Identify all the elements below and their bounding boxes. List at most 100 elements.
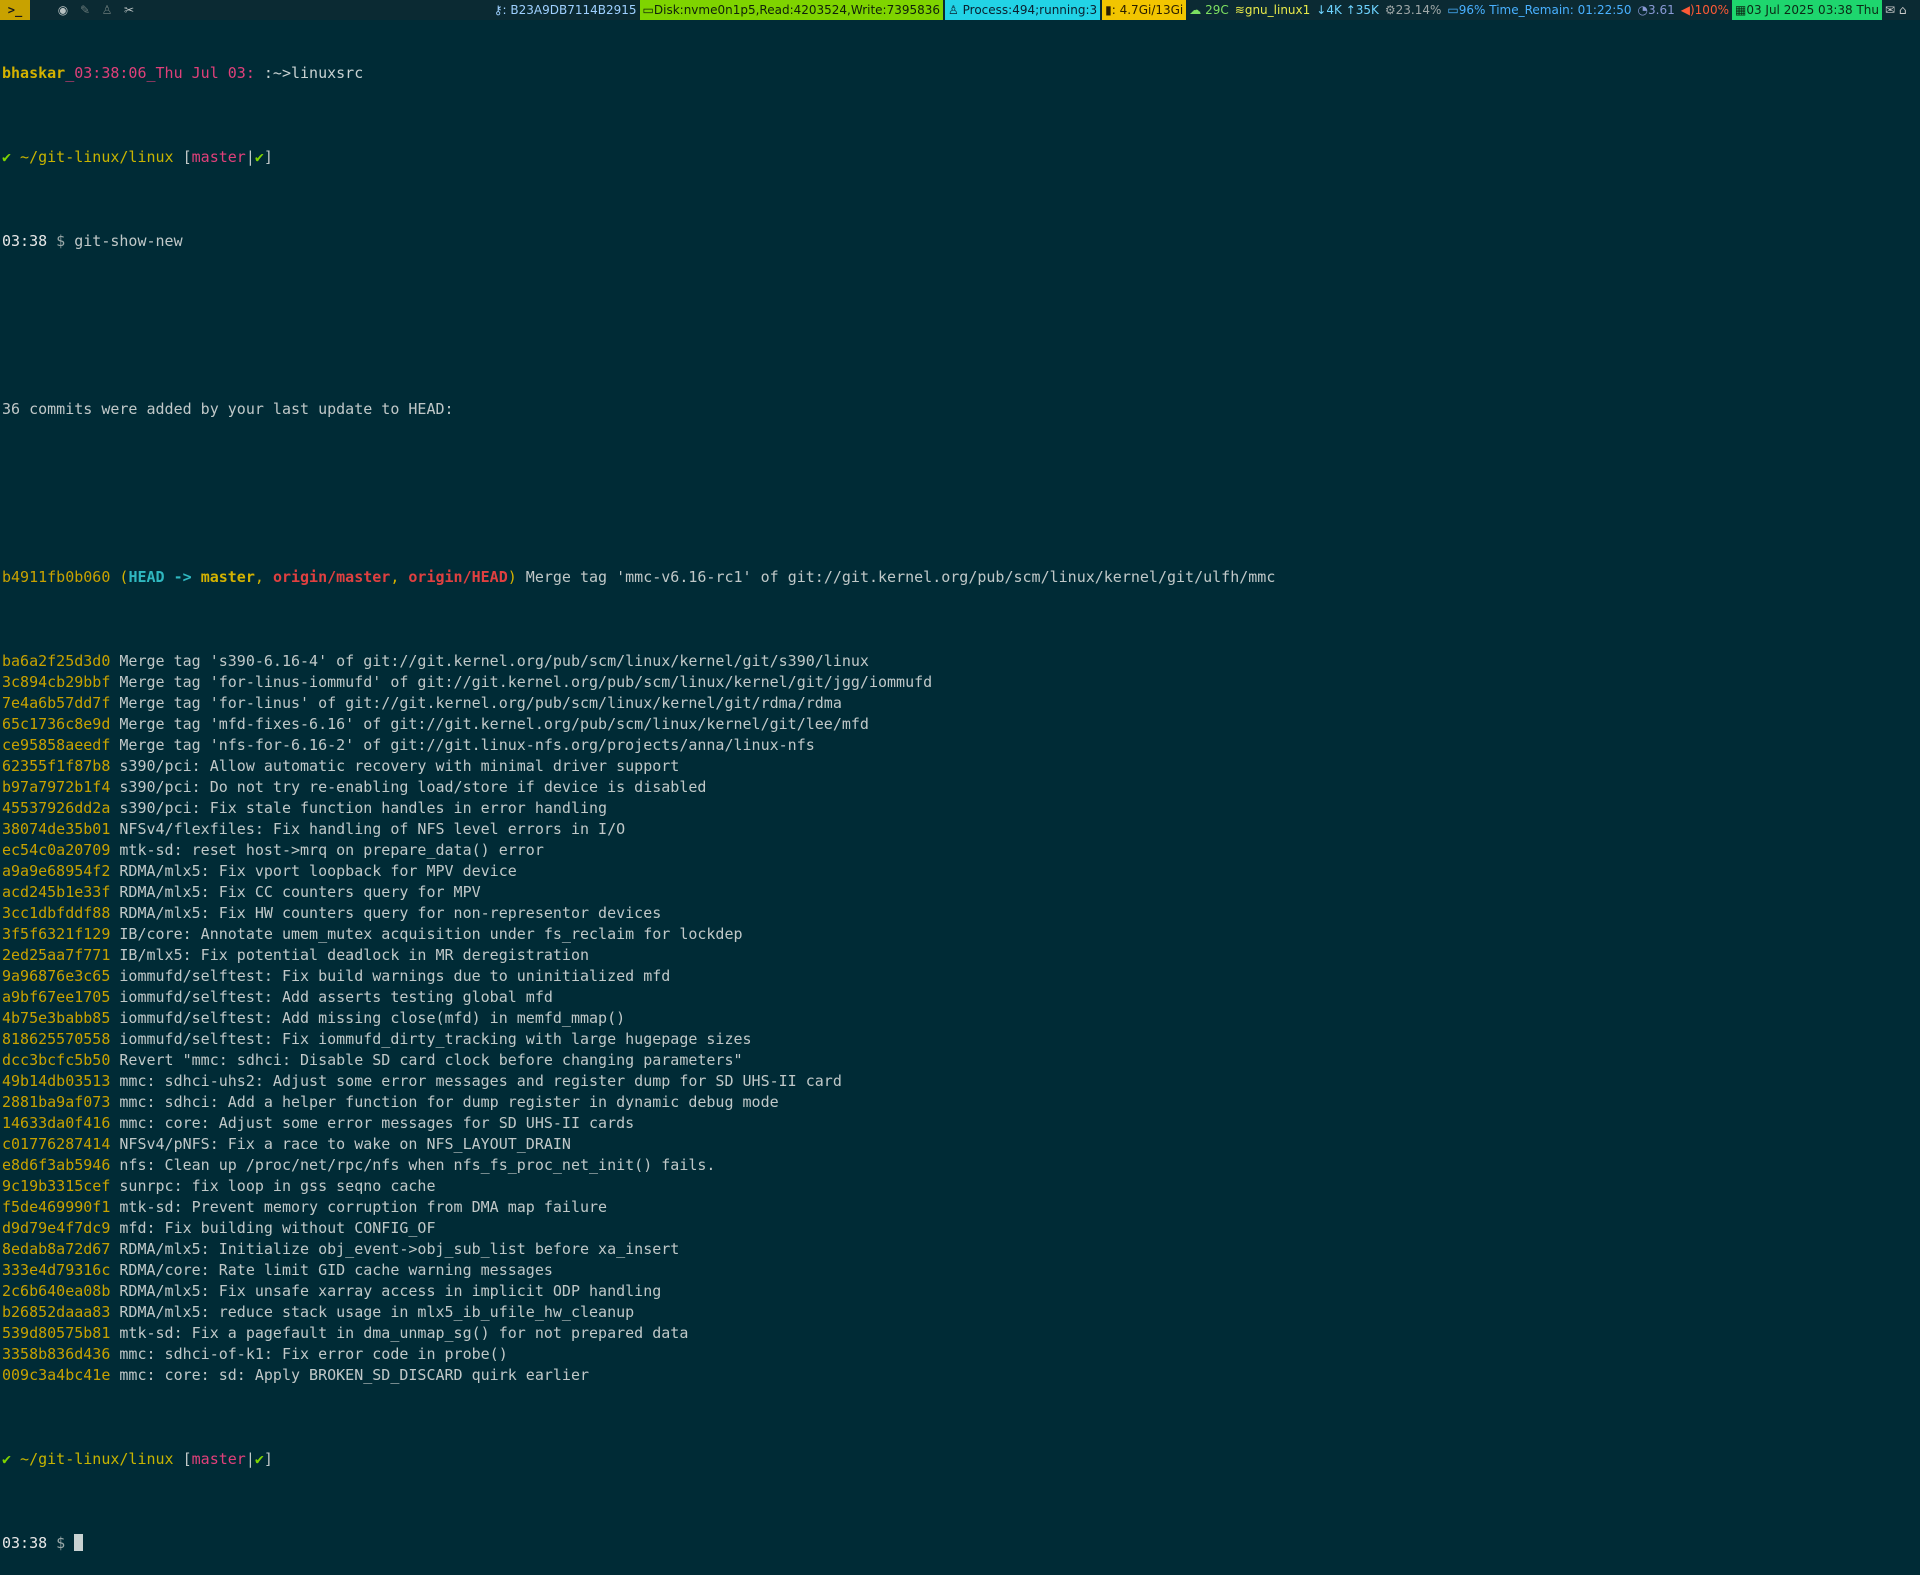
commit-row: 3358b836d436 mmc: sdhci-of-k1: Fix error… [2,1344,1918,1365]
volume-widget[interactable]: ◀)100% [1678,0,1732,20]
commit-message: s390/pci: Do not try re-enabling load/st… [110,778,707,796]
firefox-icon[interactable]: ◉ [52,3,74,17]
commit-message: mmc: core: Adjust some error messages fo… [110,1114,635,1132]
prompt-time: 03:38 [2,1534,48,1552]
commit-row: b26852daaa83 RDMA/mlx5: reduce stack usa… [2,1302,1918,1323]
commit-row: 38074de35b01 NFSv4/flexfiles: Fix handli… [2,819,1918,840]
disk-text: Disk:nvme0n1p5,Read:4203524,Write:739583… [653,3,941,17]
commit-row: 9c19b3315cef sunrpc: fix loop in gss seq… [2,1176,1918,1197]
penguin-icon[interactable]: ♙ [96,3,118,17]
commit-message: Merge tag 's390-6.16-4' of git://git.ker… [110,652,869,670]
commit-message: Merge tag 'nfs-for-6.16-2' of git://git.… [110,736,815,754]
pen-icon[interactable]: ✎ [74,3,96,17]
commit-row: b97a7972b1f4 s390/pci: Do not try re-ena… [2,777,1918,798]
wifi-icon: ≋ [1234,3,1245,17]
command-line: 03:38 $ git-show-new [2,231,1918,252]
commit-row: dcc3bcfc5b50 Revert "mmc: sdhci: Disable… [2,1050,1918,1071]
commit-message: RDMA/mlx5: Fix CC counters query for MPV [110,883,481,901]
prompt-bracket: ] [263,148,273,166]
ref-comma: , [390,568,409,586]
commit-hash: 2ed25aa7f771 [2,946,111,964]
commit-row: 3f5f6321f129 IB/core: Annotate umem_mute… [2,924,1918,945]
commit-hash: 539d80575b81 [2,1324,111,1342]
commit-hash: acd245b1e33f [2,883,111,901]
commit-row: d9d79e4f7dc9 mfd: Fix building without C… [2,1218,1918,1239]
commit-message: mtk-sd: Prevent memory corruption from D… [110,1198,608,1216]
commit-hash: ce95858aeedf [2,736,111,754]
ref-origin-head: origin/HEAD [408,568,508,586]
memory-text: : 4.7Gi/13Gi [1111,3,1184,17]
gpg-key-widget: ⚷: B23A9DB7114B2915 [491,0,640,20]
ref-paren: ) [507,568,517,586]
commit-message: iommufd/selftest: Fix iommufd_dirty_trac… [110,1030,752,1048]
terminal-output[interactable]: bhaskar_03:38:06_Thu Jul 03: :~>linuxsrc… [2,21,1918,1575]
download-icon: ↓ [1316,3,1327,17]
commit-hash: a9a9e68954f2 [2,862,111,880]
commit-hash: ba6a2f25d3d0 [2,652,111,670]
commit-hash: 49b14db03513 [2,1072,111,1090]
net-up-text: 35K [1355,3,1379,17]
commit-row: 2881ba9af073 mmc: sdhci: Add a helper fu… [2,1092,1918,1113]
commit-message: RDMA/mlx5: Fix vport loopback for MPV de… [110,862,517,880]
commit-message: mmc: core: sd: Apply BROKEN_SD_DISCARD q… [110,1366,590,1384]
commit-hash: 9c19b3315cef [2,1177,111,1195]
mail-icon[interactable]: ✉ [1885,3,1895,17]
commit-row: c01776287414 NFSv4/pNFS: Fix a race to w… [2,1134,1918,1155]
commit-hash: 3c894cb29bbf [2,673,111,691]
prompt-cwd: ~/git-linux/linux [11,148,183,166]
commit-row: 818625570558 iommufd/selftest: Fix iommu… [2,1029,1918,1050]
commit-row: a9a9e68954f2 RDMA/mlx5: Fix vport loopba… [2,861,1918,882]
cloud-icon: ☁ [1189,3,1202,17]
commit-message: s390/pci: Fix stale function handles in … [110,799,608,817]
tools-icon[interactable]: ✂ [118,3,140,17]
success-check-icon: ✔ [2,1450,12,1468]
commit-row: 539d80575b81 mtk-sd: Fix a pagefault in … [2,1323,1918,1344]
cpu-widget: ⚙23.14% [1382,0,1445,20]
text-cursor[interactable] [74,1534,84,1551]
commit-message: mtk-sd: Fix a pagefault in dma_unmap_sg(… [110,1324,689,1342]
status-widgets: ⚷: B23A9DB7114B2915 ▭Disk:nvme0n1p5,Read… [491,0,1920,20]
network-tray-icon[interactable]: ⌂ [1899,3,1907,17]
commit-hash: 62355f1f87b8 [2,757,111,775]
commit-hash: 3358b836d436 [2,1345,111,1363]
commit-message: sunrpc: fix loop in gss seqno cache [110,1177,436,1195]
clean-check-icon: ✔ [254,1450,264,1468]
prompt-dollar: $ [47,232,75,250]
ref-paren: ( [110,568,129,586]
commit-message: mmc: sdhci-uhs2: Adjust some error messa… [110,1072,842,1090]
summary-text: 36 commits were added by your last updat… [2,400,454,418]
username: bhaskar [2,64,66,82]
input-line[interactable]: 03:38 $ [2,1533,1918,1554]
temperature-text: 29C [1205,3,1229,17]
commit-row: 14633da0f416 mmc: core: Adjust some erro… [2,1113,1918,1134]
commit-row: 009c3a4bc41e mmc: core: sd: Apply BROKEN… [2,1365,1918,1386]
commit-message: IB/mlx5: Fix potential deadlock in MR de… [110,946,590,964]
title-clock: _03:38:06_Thu Jul 03: [65,64,255,82]
commit-row: acd245b1e33f RDMA/mlx5: Fix CC counters … [2,882,1918,903]
commit-message: RDMA/mlx5: Fix HW counters query for non… [110,904,662,922]
commit-message: NFSv4/flexfiles: Fix handling of NFS lev… [110,820,626,838]
wifi-widget[interactable]: ≋gnu_linux1 [1232,0,1314,20]
commit-hash: b4911fb0b060 [2,568,111,586]
commit-row: ce95858aeedf Merge tag 'nfs-for-6.16-2' … [2,735,1918,756]
commit-row: 45537926dd2a s390/pci: Fix stale functio… [2,798,1918,819]
datetime-text: 03 Jul 2025 03:38 Thu [1746,3,1879,17]
commit-message: IB/core: Annotate umem_mutex acquisition… [110,925,743,943]
prompt-separator: | [245,148,255,166]
system-tray[interactable]: ✉ ⌂ [1882,0,1920,20]
commit-hash: d9d79e4f7dc9 [2,1219,111,1237]
datetime-widget[interactable]: ▦03 Jul 2025 03:38 Thu [1731,0,1882,20]
commit-row: 2ed25aa7f771 IB/mlx5: Fix potential dead… [2,945,1918,966]
workspace-terminal-button[interactable]: >_ [0,0,30,20]
separator [30,3,52,17]
prompt-time: 03:38 [2,232,48,250]
commit-hash: 38074de35b01 [2,820,111,838]
calendar-icon: ▦ [1734,3,1747,17]
commit-row: 49b14db03513 mmc: sdhci-uhs2: Adjust som… [2,1071,1918,1092]
disk-icon: ▭ [642,3,654,17]
load-widget: ◔3.61 [1635,0,1678,20]
volume-text: 100% [1694,3,1729,17]
commit-message: mmc: sdhci: Add a helper function for du… [110,1093,779,1111]
commit-hash: b26852daaa83 [2,1303,111,1321]
